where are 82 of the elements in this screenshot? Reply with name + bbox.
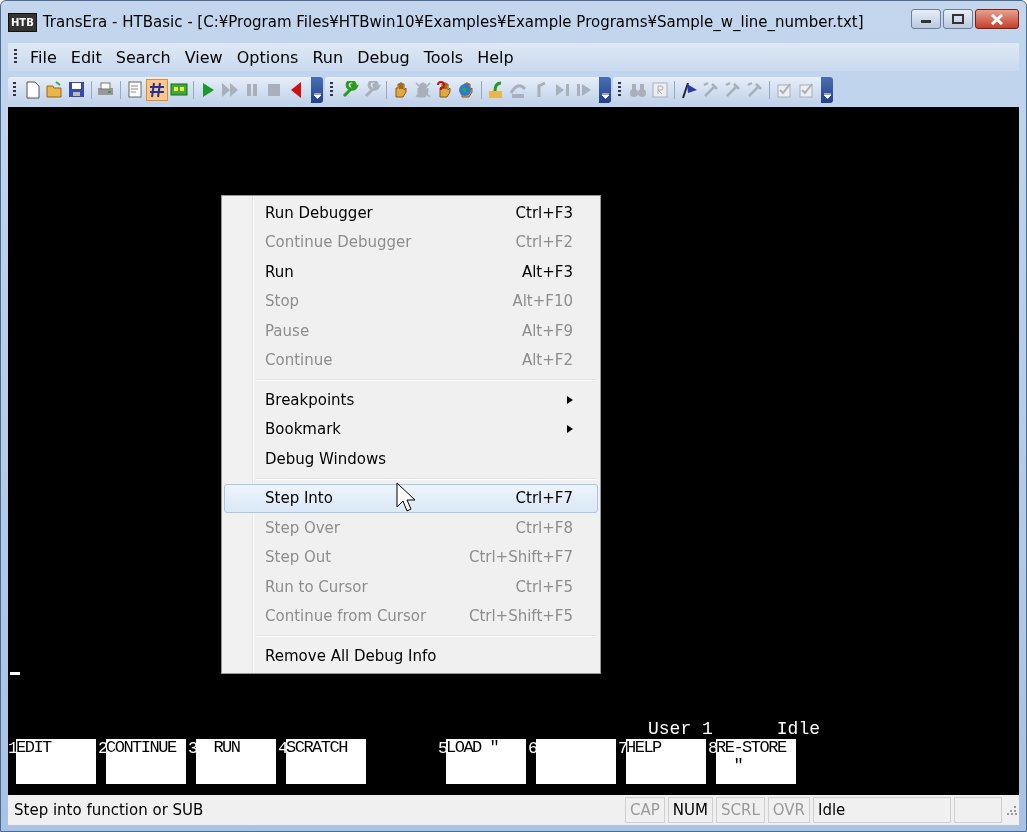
context-menu-item[interactable]: Bookmark: [224, 414, 598, 444]
toolbar-grip[interactable]: [618, 82, 621, 98]
toolbar-overflow-button[interactable]: [821, 77, 833, 103]
check-icon: [775, 81, 793, 99]
toolbar-overflow-button[interactable]: [311, 77, 323, 103]
wrench-icon: [363, 81, 381, 99]
status-indicator: SCRL: [716, 797, 765, 823]
toolbar-overflow-button[interactable]: [599, 77, 611, 103]
menu-item[interactable]: Help: [470, 45, 521, 69]
menu-item[interactable]: Tools: [416, 45, 471, 69]
softkey-number: 1: [8, 739, 16, 760]
close-icon: [991, 13, 1003, 25]
toolbar-grip[interactable]: [14, 49, 17, 65]
handglobe-icon: [458, 81, 476, 99]
minimize-button[interactable]: [911, 9, 941, 29]
submenu-arrow-icon: [567, 395, 573, 404]
mouse-pointer-icon: [396, 482, 418, 514]
menu-item[interactable]: View: [177, 45, 230, 69]
skip-icon: [553, 81, 571, 99]
softkey[interactable]: CONTINUE: [106, 739, 186, 784]
softkey[interactable]: HELP: [626, 739, 706, 784]
close-button[interactable]: [975, 9, 1019, 29]
toolbar-grip[interactable]: [13, 82, 16, 98]
board-icon: [170, 81, 188, 99]
softkey[interactable]: SCRATCH: [286, 739, 366, 784]
status-indicator: OVR: [767, 797, 810, 823]
flag-icon: [680, 81, 698, 99]
softkey[interactable]: EDIT: [16, 739, 96, 784]
status-message: Step into function or SUB: [13, 801, 205, 819]
rdoc-icon: [651, 81, 669, 99]
tool-icon: [702, 81, 720, 99]
softkey-number: 4: [278, 739, 286, 760]
app-icon: HTB: [8, 12, 37, 32]
context-menu-item[interactable]: Run Debugger Ctrl+F3: [224, 198, 598, 228]
toolbar-grip[interactable]: [330, 82, 333, 98]
context-menu-item[interactable]: Remove All Debug Info: [224, 641, 598, 671]
user-label: User 1: [648, 719, 713, 739]
maximize-button[interactable]: [943, 9, 973, 29]
wrench-icon: [341, 81, 359, 99]
context-menu-item[interactable]: Step Into Ctrl+F7: [224, 483, 598, 513]
menu-item[interactable]: File: [23, 45, 64, 69]
check-icon: [797, 81, 815, 99]
handq-icon: [436, 81, 454, 99]
binoculars-icon: [629, 81, 647, 99]
context-menu-item[interactable]: Debug Windows: [224, 444, 598, 474]
stepover-icon: [509, 81, 527, 99]
new-icon: [24, 81, 42, 99]
tool-icon: [746, 81, 764, 99]
save-icon: [68, 81, 86, 99]
resize-grip-icon[interactable]: [1005, 804, 1017, 816]
softkey[interactable]: RE-STORE ″: [716, 739, 796, 784]
softkey[interactable]: LOAD ″: [446, 739, 526, 784]
menu-item[interactable]: Debug: [350, 45, 417, 69]
dropdown-icon: [601, 93, 609, 99]
status-panel: [954, 797, 1002, 823]
status-indicator: NUM: [667, 797, 713, 823]
dropdown-icon: [823, 93, 831, 99]
window-title: TransEra - HTBasic - [C:¥Program Files¥HTBwin10¥Examples¥Example Programs¥Sample_w_line_number.txt]: [42, 13, 865, 31]
dropdown-icon: [313, 93, 321, 99]
menu-item[interactable]: Edit: [63, 45, 109, 69]
softkey[interactable]: RUN: [196, 739, 276, 784]
context-menu-item[interactable]: Run Alt+F3: [224, 257, 598, 287]
open-icon: [46, 81, 64, 99]
page-icon: [126, 81, 144, 99]
stepfwd-icon: [575, 81, 593, 99]
status-state: Idle: [813, 797, 951, 823]
menu-item[interactable]: Run: [305, 45, 351, 69]
status-indicator: CAP: [625, 797, 665, 823]
fastforward-icon: [221, 81, 239, 99]
stepin-icon: [487, 81, 505, 99]
menu-item[interactable]: Search: [108, 45, 178, 69]
tool-icon: [724, 81, 742, 99]
menu-item[interactable]: Options: [229, 45, 306, 69]
stop-icon: [265, 81, 283, 99]
submenu-arrow-icon: [567, 425, 573, 434]
maximize-icon: [952, 14, 964, 24]
hand-icon: [392, 81, 410, 99]
hash-icon: [148, 81, 166, 99]
hash-tool-button[interactable]: [146, 79, 168, 101]
run-state-label: Idle: [776, 719, 821, 739]
context-menu-item[interactable]: Breakpoints: [224, 385, 598, 415]
text-cursor: [10, 672, 20, 675]
